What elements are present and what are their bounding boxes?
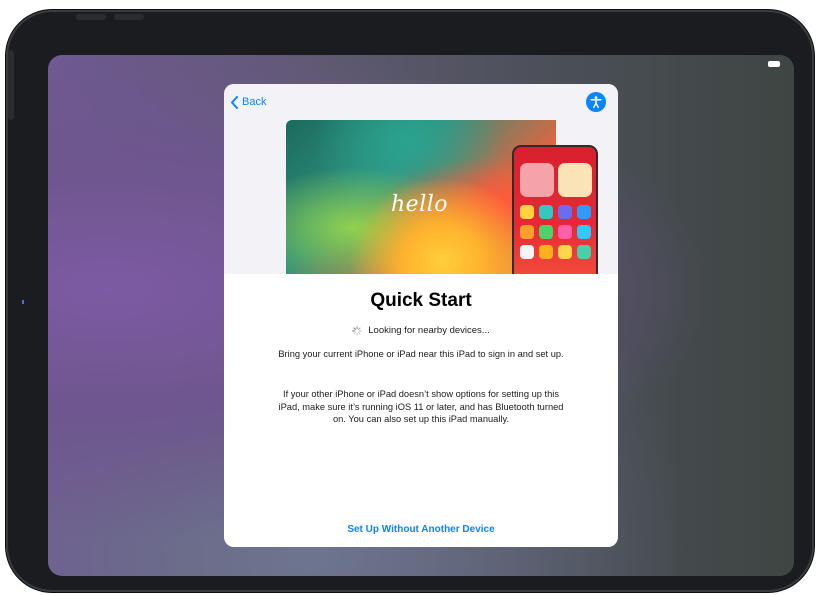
activity-spinner-icon (352, 325, 363, 336)
top-hardware-buttons (76, 14, 156, 22)
screen-edge-mark (22, 300, 24, 304)
ipad-screen: Back hello Quick Start Looking for nearb… (48, 55, 794, 576)
hello-greeting: hello (391, 192, 449, 217)
quick-start-card: Back hello Quick Start Looking for nearb… (224, 84, 618, 547)
chevron-left-icon (231, 95, 238, 109)
back-button[interactable]: Back (230, 93, 266, 111)
searching-status: Looking for nearby devices... (224, 325, 618, 336)
status-text: Looking for nearby devices... (368, 325, 490, 336)
back-button-label: Back (242, 96, 267, 108)
phone-widget (558, 163, 592, 197)
phone-app-grid (520, 205, 594, 259)
accessibility-icon (590, 96, 602, 109)
setup-without-device-button[interactable]: Set Up Without Another Device (224, 524, 618, 535)
page-title: Quick Start (370, 290, 472, 311)
iphone-illustration (512, 145, 598, 274)
accessibility-button[interactable] (586, 92, 606, 112)
battery-icon (768, 61, 780, 67)
side-hardware-button (8, 50, 14, 120)
help-paragraph: If your other iPhone or iPad doesn’t sho… (278, 389, 564, 424)
phone-widget (520, 163, 554, 197)
instruction-paragraph: Bring your current iPhone or iPad near t… (278, 349, 564, 359)
